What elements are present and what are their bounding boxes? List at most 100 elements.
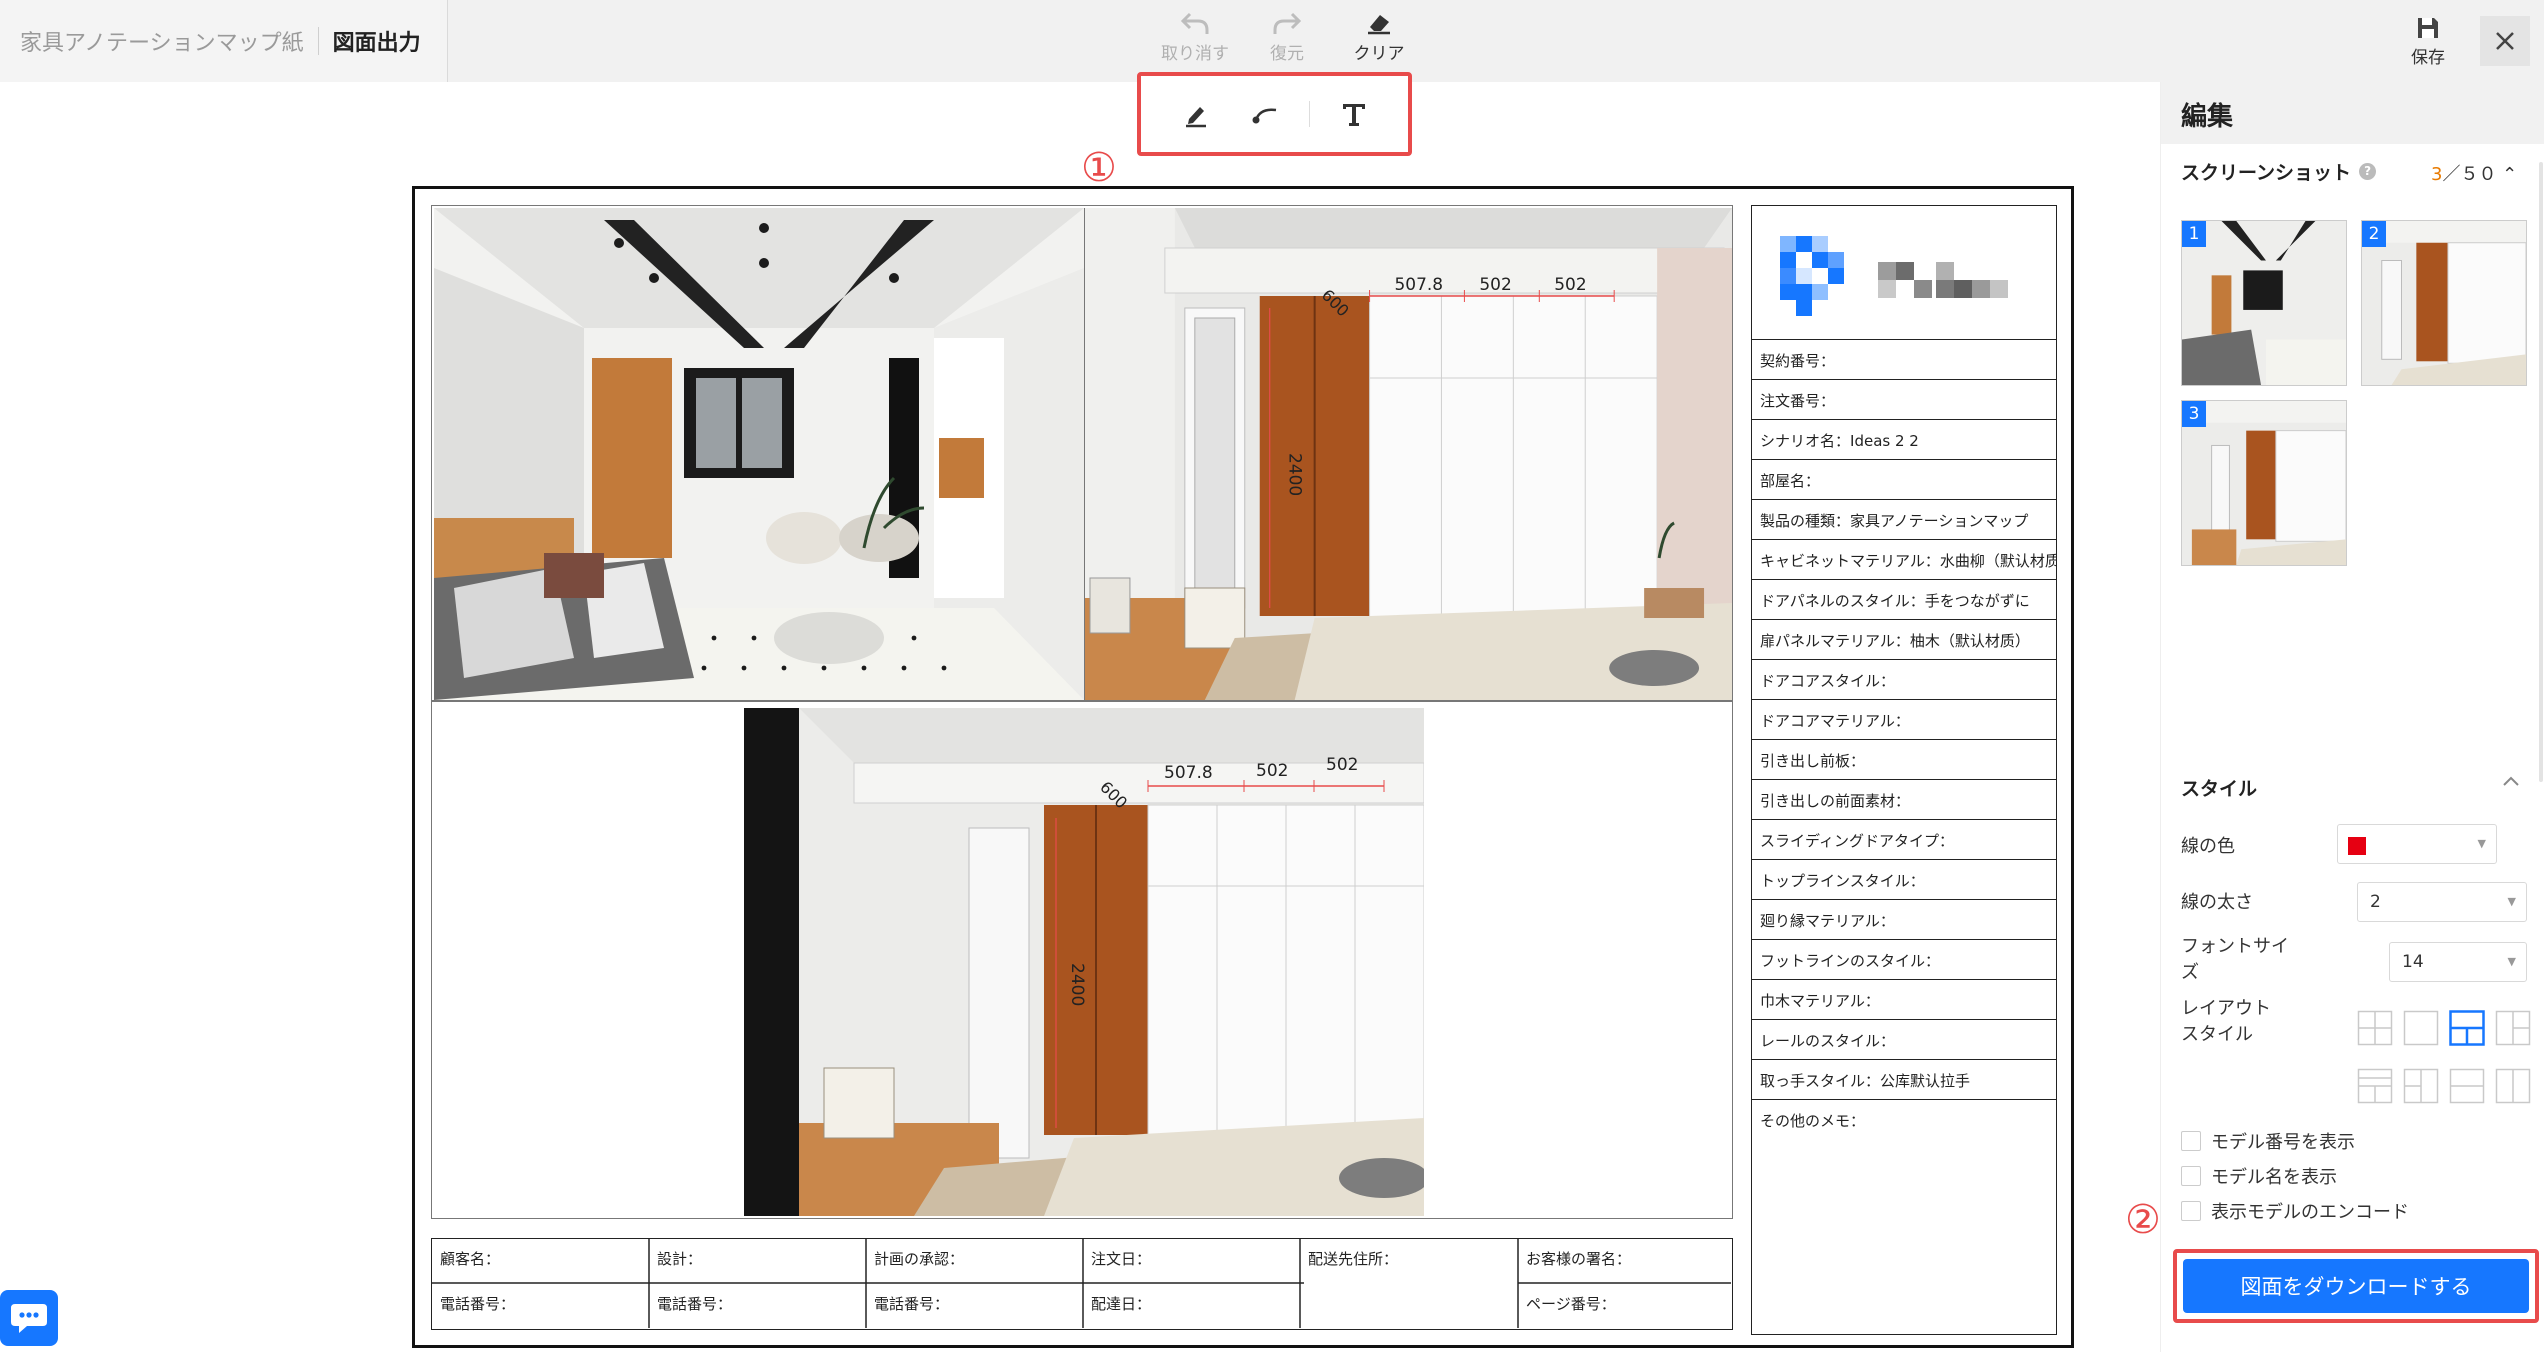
info-row: 引き出しの前面素材：	[1752, 780, 2056, 820]
screenshot-thumbnail[interactable]: 1	[2181, 220, 2347, 386]
screenshot-count: 3／５０ ⌃	[2431, 160, 2517, 186]
clear-button[interactable]: クリア	[1344, 10, 1414, 64]
drawing-sheet: 507.8 502 502 600 2400 507.8 502 502 600…	[412, 186, 2074, 1348]
top-bar-actions: 保存	[2398, 0, 2544, 82]
info-row: 扉パネルマテリアル：柚木（默认材质）	[1752, 620, 2056, 660]
delivery-address-cell: 配送先住所：	[1308, 1250, 1399, 1268]
layout-option-icon[interactable]	[2357, 1068, 2393, 1104]
checkbox-box[interactable]	[2181, 1166, 2201, 1186]
checkbox-box[interactable]	[2181, 1201, 2201, 1221]
download-highlight: 図面をダウンロードする	[2173, 1249, 2539, 1323]
info-row-label: トップラインスタイル：	[1760, 872, 1925, 890]
show-model-encode-checkbox[interactable]: 表示モデルのエンコード	[2181, 1198, 2409, 1224]
layout-option-icon[interactable]	[2495, 1068, 2531, 1104]
layout-option-icon[interactable]	[2449, 1010, 2485, 1046]
clear-label: クリア	[1353, 44, 1405, 64]
breadcrumb-divider	[317, 27, 319, 55]
layout-option-icon[interactable]	[2403, 1068, 2439, 1104]
edit-panel: 編集 スクリーンショット ? 3／５０ ⌃ 1 2 3 スタイル 線の色 ▼ 線…	[2160, 82, 2544, 1352]
screenshot-thumbnail[interactable]: 3	[2181, 400, 2347, 566]
layout-option-icon[interactable]	[2403, 1010, 2439, 1046]
screenshot-bedroom-wide[interactable]: 507.8 502 502 600 2400	[744, 708, 1424, 1216]
dim-width-1-wide: 507.8	[1164, 763, 1213, 783]
living-room-render	[434, 208, 1084, 700]
line-tool-button[interactable]	[1240, 89, 1290, 139]
save-label: 保存	[2411, 47, 2445, 68]
show-model-name-checkbox[interactable]: モデル名を表示	[2181, 1163, 2337, 1189]
dim-width-2-wide: 502	[1256, 761, 1288, 781]
info-row: シナリオ名：Ideas 2 2	[1752, 420, 2056, 460]
layout-option-icon[interactable]	[2495, 1010, 2531, 1046]
dropdown-arrow-icon: ▼	[2507, 955, 2516, 968]
step-marker-2: ②	[2125, 1197, 2161, 1243]
collapse-caret-icon[interactable]: ⌃	[2496, 164, 2517, 185]
drawing-toolbar	[1137, 72, 1412, 156]
line-icon	[1252, 108, 1276, 124]
bedroom-render: 507.8 502 502 600 2400	[1085, 208, 1732, 700]
style-title: スタイル	[2181, 778, 2258, 800]
panel-title: 編集	[2161, 82, 2544, 144]
text-icon	[1342, 104, 1365, 126]
info-row: 製品の種類：家具アノテーションマップ	[1752, 500, 2056, 540]
info-row: ドアコアスタイル：	[1752, 660, 2056, 700]
history-toolbar: 取り消す 復元 クリア	[1160, 10, 1414, 64]
checkbox-box[interactable]	[2181, 1131, 2201, 1151]
save-button[interactable]: 保存	[2398, 15, 2458, 68]
info-row: トップラインスタイル：	[1752, 860, 2056, 900]
help-icon[interactable]: ?	[2359, 163, 2377, 180]
download-drawing-button[interactable]: 図面をダウンロードする	[2183, 1259, 2529, 1313]
info-row-label: フットラインのスタイル：	[1760, 952, 1941, 970]
line-width-select[interactable]: 2 ▼	[2357, 882, 2527, 922]
layout-option-icon[interactable]	[2449, 1068, 2485, 1104]
chat-button[interactable]	[0, 1290, 58, 1346]
panel-scrollbar[interactable]	[2539, 162, 2543, 782]
redo-icon	[1273, 12, 1302, 34]
toolbar-divider	[1308, 101, 1310, 127]
undo-button[interactable]: 取り消す	[1160, 10, 1230, 64]
thumbnail-number: 3	[2182, 401, 2206, 427]
memo-label: その他のメモ：	[1760, 1112, 1866, 1130]
info-row: ドアコアマテリアル：	[1752, 700, 2056, 740]
style-section-header[interactable]: スタイル	[2181, 774, 2521, 801]
info-row: 廻り縁マテリアル：	[1752, 900, 2056, 940]
dim-width-3: 502	[1554, 275, 1586, 295]
info-row-value: 手をつながずに	[1924, 592, 2030, 610]
screenshot-canvas[interactable]: 507.8 502 502 600 2400 507.8 502 502 600…	[431, 205, 1733, 1219]
info-row-label: 引き出しの前面素材：	[1760, 792, 1911, 810]
redo-button[interactable]: 復元	[1252, 10, 1322, 64]
screenshot-living-room[interactable]	[434, 208, 1084, 700]
undo-label: 取り消す	[1161, 44, 1229, 64]
phone-cell-2: 電話番号：	[657, 1295, 733, 1313]
delivery-date-cell: 配達日：	[1091, 1295, 1152, 1313]
line-color-label: 線の色	[2181, 836, 2235, 857]
close-button[interactable]	[2480, 16, 2530, 66]
info-row: レールのスタイル：	[1752, 1020, 2056, 1060]
info-row: 引き出し前板：	[1752, 740, 2056, 780]
thumbnail-number: 1	[2182, 221, 2206, 247]
text-tool-button[interactable]	[1329, 89, 1379, 139]
thumbnail-number: 2	[2362, 221, 2386, 247]
breadcrumb-project[interactable]: 家具アノテーションマップ紙	[20, 25, 304, 57]
info-row-label: ドアパネルのスタイル：	[1760, 592, 1925, 610]
pen-tool-button[interactable]	[1171, 89, 1221, 139]
show-model-number-checkbox[interactable]: モデル番号を表示	[2181, 1128, 2355, 1154]
show-model-number-label: モデル番号を表示	[2211, 1132, 2355, 1153]
font-size-select[interactable]: 14 ▼	[2389, 942, 2527, 982]
info-table: 契約番号： 注文番号： シナリオ名：Ideas 2 2 部屋名： 製品の種類：家具アノテ…	[1751, 205, 2057, 1335]
show-model-encode-label: 表示モデルのエンコード	[2211, 1202, 2409, 1223]
info-row: 巾木マテリアル：	[1752, 980, 2056, 1020]
screenshot-thumbnail[interactable]: 2	[2361, 220, 2527, 386]
dim-height: 2400	[1285, 453, 1305, 496]
layout-option-icon[interactable]	[2357, 1010, 2393, 1046]
font-size-value: 14	[2402, 952, 2424, 972]
thumbnail-bedroom-wide-image	[2182, 401, 2346, 565]
chat-bubble-icon	[11, 1304, 47, 1333]
info-row: 部屋名：	[1752, 460, 2056, 500]
info-row-label: ドアコアスタイル：	[1760, 672, 1896, 690]
thumbnail-living-room-image	[2182, 221, 2346, 385]
line-width-value: 2	[2370, 892, 2381, 912]
phone-cell-3: 電話番号：	[874, 1295, 950, 1313]
screenshot-bedroom[interactable]: 507.8 502 502 600 2400	[1084, 208, 1732, 700]
line-color-select[interactable]: ▼	[2337, 824, 2497, 864]
info-row: 注文番号：	[1752, 380, 2056, 420]
